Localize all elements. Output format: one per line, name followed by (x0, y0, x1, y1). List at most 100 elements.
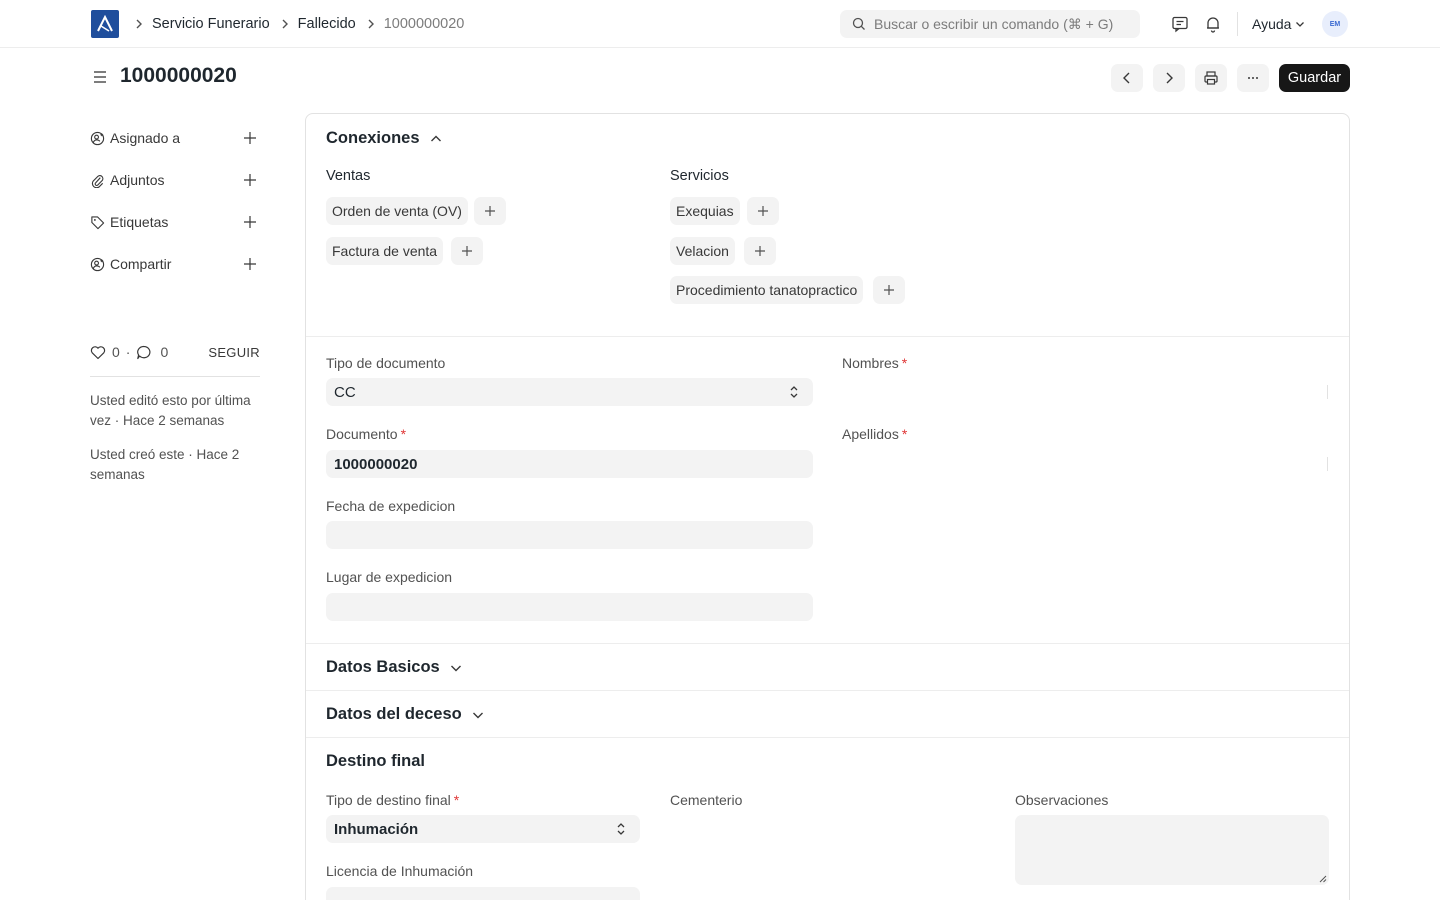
apellidos-input[interactable] (1327, 457, 1328, 471)
help-menu[interactable]: Ayuda (1252, 0, 1305, 48)
chevron-right-icon (134, 19, 144, 29)
breadcrumb-servicio-funerario[interactable]: Servicio Funerario (152, 16, 270, 32)
tipo-documento-label: Tipo de documento (326, 355, 446, 371)
chevron-down-icon (450, 665, 461, 671)
nombres-label: Nombres * (842, 355, 908, 371)
sidebar-item-tags[interactable]: Etiquetas (90, 212, 260, 232)
lugar-expedicion-label: Lugar de expedicion (326, 569, 453, 585)
plus-icon (884, 285, 894, 295)
observaciones-label: Observaciones (1015, 792, 1109, 808)
tipo-documento-select[interactable]: CC (326, 378, 813, 406)
chevron-down-icon (1296, 22, 1305, 27)
sidebar-divider (90, 376, 260, 377)
search-input[interactable] (874, 16, 1124, 32)
chevron-down-icon (472, 712, 483, 718)
connection-procedimiento[interactable]: Procedimiento tanatopractico (670, 276, 864, 304)
follow-button[interactable]: SEGUIR (208, 345, 260, 360)
nombres-input[interactable] (1327, 385, 1328, 399)
app-logo-icon (97, 15, 113, 32)
help-label: Ayuda (1252, 16, 1292, 32)
add-assignee-icon[interactable] (240, 128, 260, 148)
cementerio-label: Cementerio (670, 792, 743, 808)
plus-icon (485, 206, 495, 216)
apellidos-label: Apellidos * (842, 426, 908, 442)
add-sales-order-button[interactable] (474, 197, 506, 225)
sidebar-item-label: Adjuntos (110, 172, 165, 188)
last-edited-note: Usted editó esto por última vez · Hace 2… (90, 393, 251, 428)
connection-sales-invoice[interactable]: Factura de venta (326, 237, 444, 265)
sidebar-toggle-icon[interactable] (91, 68, 109, 86)
add-exequias-button[interactable] (747, 197, 779, 225)
avatar[interactable]: EM (1322, 11, 1348, 37)
tipo-destino-select[interactable]: Inhumación (326, 815, 640, 843)
breadcrumb: Servicio Funerario Fallecido 1000000020 (132, 0, 464, 48)
datos-deceso-section-header[interactable]: Datos del deceso (326, 705, 484, 724)
licencia-input[interactable] (326, 887, 640, 900)
observaciones-textarea[interactable] (1015, 815, 1329, 885)
plus-icon (758, 206, 768, 216)
chevron-right-icon (1166, 72, 1173, 84)
documento-input[interactable]: 1000000020 (326, 450, 813, 478)
licencia-label: Licencia de Inhumación (326, 863, 474, 879)
breadcrumb-fallecido[interactable]: Fallecido (298, 16, 356, 32)
tipo-destino-value: Inhumación (334, 820, 419, 838)
comment-icon[interactable] (136, 345, 152, 360)
section-title: Conexiones (326, 129, 420, 147)
connection-sales-order[interactable]: Orden de venta (OV) (326, 197, 468, 225)
add-tag-icon[interactable] (240, 212, 260, 232)
section-divider (306, 336, 1349, 337)
chevron-right-icon (280, 19, 290, 29)
search-bar[interactable] (840, 10, 1140, 38)
section-title: Destino final (326, 752, 426, 770)
comment-count: 0 (160, 344, 169, 360)
connection-velacion[interactable]: Velacion (670, 237, 735, 265)
heart-icon[interactable] (90, 345, 106, 360)
stats-separator: · (125, 344, 131, 360)
created-note: Usted creó este · Hace 2 semanas (90, 447, 240, 482)
sidebar-item-share[interactable]: Compartir (90, 254, 260, 274)
fecha-expedicion-input[interactable] (326, 521, 813, 549)
section-divider (306, 690, 1349, 691)
resize-handle-icon[interactable] (1319, 875, 1327, 883)
connections-section-header[interactable]: Conexiones (326, 129, 442, 148)
fecha-expedicion-label: Fecha de expedicion (326, 498, 456, 514)
tag-icon (91, 215, 105, 229)
tipo-destino-label: Tipo de destino final * (326, 792, 460, 808)
engagement-stats: 0 · 0 SEGUIR (90, 342, 260, 362)
navbar-divider (1237, 12, 1238, 36)
add-share-icon[interactable] (240, 254, 260, 274)
form-card: Conexiones Ventas Orden de venta (OV) Fa… (305, 113, 1350, 900)
app-logo[interactable] (91, 10, 119, 38)
connection-exequias[interactable]: Exequias (670, 197, 740, 225)
print-button[interactable] (1195, 64, 1227, 92)
assign-icon (90, 131, 105, 145)
add-attachment-icon[interactable] (240, 170, 260, 190)
sidebar-item-assigned[interactable]: Asignado a (90, 128, 260, 148)
add-procedimiento-button[interactable] (873, 276, 905, 304)
chevron-left-icon (1123, 72, 1130, 84)
save-button[interactable]: Guardar (1279, 64, 1350, 92)
connection-group-title: Servicios (670, 168, 729, 184)
previous-record-button[interactable] (1111, 64, 1143, 92)
add-sales-invoice-button[interactable] (451, 237, 483, 265)
sidebar-item-attachments[interactable]: Adjuntos (90, 170, 260, 190)
documento-label: Documento * (326, 426, 407, 442)
lugar-expedicion-input[interactable] (326, 593, 813, 621)
connection-group-title: Ventas (326, 168, 371, 184)
add-velacion-button[interactable] (744, 237, 776, 265)
navbar: Servicio Funerario Fallecido 1000000020 (0, 0, 1440, 48)
plus-icon (755, 246, 765, 256)
more-actions-button[interactable] (1237, 64, 1269, 92)
bell-icon[interactable] (1203, 14, 1223, 34)
plus-icon (462, 246, 472, 256)
chat-icon[interactable] (1170, 14, 1190, 34)
sidebar-item-label: Asignado a (110, 130, 181, 146)
datos-basicos-section-header[interactable]: Datos Basicos (326, 658, 462, 677)
next-record-button[interactable] (1153, 64, 1185, 92)
section-divider (306, 737, 1349, 738)
breadcrumb-current: 1000000020 (383, 16, 465, 32)
select-arrows-icon (617, 823, 625, 835)
tipo-documento-value: CC (334, 383, 356, 401)
more-horizontal-icon (1248, 77, 1258, 79)
select-arrows-icon (790, 386, 798, 398)
